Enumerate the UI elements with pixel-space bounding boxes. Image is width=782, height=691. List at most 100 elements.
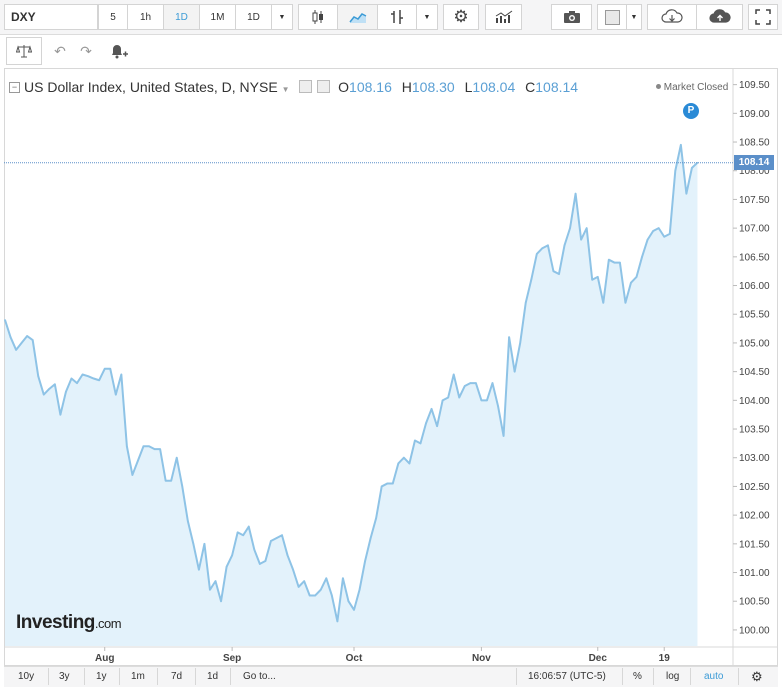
data-point	[336, 620, 339, 623]
legend-settings-icon[interactable]	[299, 80, 313, 93]
data-point	[137, 459, 139, 462]
data-point	[264, 560, 267, 562]
data-point	[331, 594, 333, 597]
data-point	[126, 445, 128, 448]
data-point	[452, 373, 455, 376]
data-point	[591, 278, 594, 281]
auto-scale-button[interactable]: auto	[704, 669, 723, 684]
data-point	[646, 238, 649, 241]
market-status-text: Market Closed	[663, 82, 729, 93]
data-point	[192, 543, 195, 545]
y-tick-label: 109.50	[739, 80, 770, 91]
y-tick-label: 103.50	[739, 425, 770, 436]
data-point	[624, 301, 627, 304]
percent-scale-button[interactable]: %	[633, 669, 642, 684]
data-point	[42, 393, 45, 396]
data-point	[286, 554, 289, 557]
divider	[157, 668, 158, 685]
data-point	[9, 336, 12, 338]
y-tick-label: 108.50	[739, 138, 770, 149]
goto-button[interactable]: Go to...	[243, 669, 276, 684]
legend-close-icon[interactable]	[317, 80, 331, 93]
data-point	[358, 588, 361, 591]
data-point	[4, 319, 6, 321]
range-1d-button[interactable]: 1d	[207, 669, 218, 684]
data-point	[541, 247, 544, 250]
divider	[119, 668, 120, 685]
data-point	[674, 169, 677, 172]
data-point	[342, 577, 344, 580]
gear-icon: ⚙	[751, 669, 763, 684]
collapse-legend-icon[interactable]: −	[9, 82, 20, 93]
data-point	[37, 375, 40, 378]
open-value: 108.16	[349, 79, 392, 95]
divider	[653, 668, 654, 685]
x-tick-label: Dec	[589, 653, 608, 664]
data-point	[386, 482, 389, 485]
data-point	[170, 479, 172, 482]
data-point	[15, 349, 17, 351]
range-3y-button[interactable]: 3y	[59, 669, 70, 684]
data-point	[608, 258, 610, 261]
data-point	[563, 244, 566, 247]
data-point	[585, 227, 588, 229]
data-point	[369, 537, 372, 539]
data-point	[497, 405, 499, 407]
data-point	[419, 442, 422, 445]
data-point	[303, 580, 305, 582]
range-1m-button[interactable]: 1m	[131, 669, 145, 684]
data-point	[114, 393, 117, 396]
x-tick-label: 19	[659, 653, 671, 664]
data-point	[103, 367, 106, 370]
data-point	[391, 482, 394, 485]
data-point	[164, 479, 167, 482]
data-point	[486, 399, 488, 402]
price-chart[interactable]: 109.50109.00108.50108.00107.50107.00106.…	[0, 0, 782, 691]
data-point	[198, 568, 200, 571]
y-tick-label: 100.50	[739, 597, 770, 608]
y-tick-label: 109.00	[739, 109, 770, 120]
data-point	[325, 577, 328, 580]
data-point	[109, 367, 112, 370]
data-point	[491, 382, 494, 384]
dividend-badge[interactable]: P	[683, 103, 699, 119]
data-point	[414, 439, 416, 442]
data-point	[685, 192, 688, 195]
range-10y-button[interactable]: 10y	[18, 669, 34, 684]
range-1y-button[interactable]: 1y	[96, 669, 107, 684]
data-point	[619, 261, 621, 264]
range-7d-button[interactable]: 7d	[171, 669, 182, 684]
close-label: C	[525, 79, 536, 95]
data-point	[225, 565, 228, 568]
data-point	[641, 256, 643, 258]
data-point	[652, 230, 654, 232]
data-point	[441, 399, 444, 402]
divider	[622, 668, 623, 685]
divider	[690, 668, 691, 685]
data-point	[76, 382, 78, 384]
chart-title: US Dollar Index, United States, D, NYSE	[24, 79, 278, 95]
data-point	[148, 445, 150, 448]
data-point	[569, 227, 571, 229]
data-point	[253, 548, 256, 551]
y-tick-label: 102.00	[739, 511, 770, 522]
data-point	[54, 383, 56, 386]
data-point	[297, 586, 300, 588]
data-point	[630, 281, 632, 284]
data-point	[81, 373, 84, 376]
log-scale-button[interactable]: log	[666, 669, 679, 684]
divider	[516, 668, 517, 685]
open-label: O	[338, 79, 350, 95]
data-point	[480, 399, 483, 402]
chart-settings-button[interactable]: ⚙	[751, 669, 763, 684]
y-tick-label: 104.50	[739, 367, 770, 378]
legend-dropdown-icon[interactable]: ▼	[282, 85, 290, 94]
data-point	[364, 560, 366, 562]
x-tick-label: Oct	[346, 653, 363, 664]
data-point	[220, 600, 222, 603]
investing-logo: Investing.com	[16, 612, 122, 634]
data-point	[558, 273, 560, 275]
y-tick-label: 107.00	[739, 224, 770, 235]
data-point	[580, 238, 582, 241]
data-point	[236, 531, 239, 534]
